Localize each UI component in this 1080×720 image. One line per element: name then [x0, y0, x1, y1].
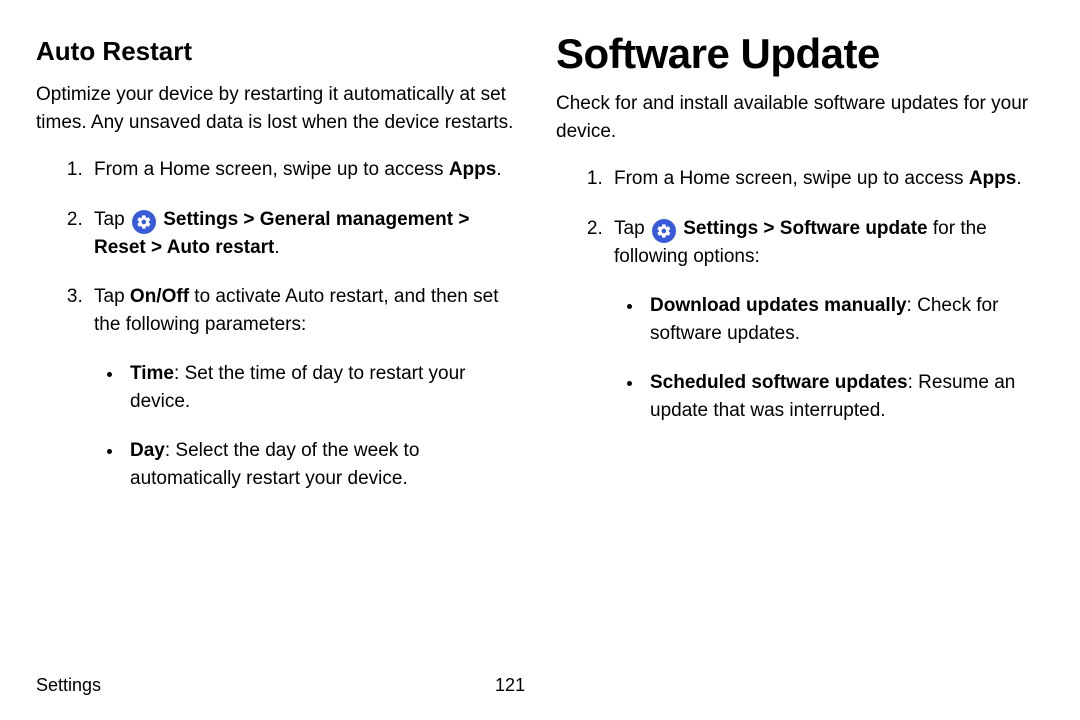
steps-auto-restart: From a Home screen, swipe up to access A…	[36, 156, 520, 492]
bold-download: Download updates manually	[650, 295, 907, 316]
step-1: From a Home screen, swipe up to access A…	[88, 156, 520, 184]
step-1: From a Home screen, swipe up to access A…	[608, 165, 1040, 193]
bullet-text: : Set the time of day to restart your de…	[130, 363, 465, 412]
step-text: .	[274, 237, 279, 258]
footer-page-number: 121	[495, 675, 525, 696]
step-3: Tap On/Off to activate Auto restart, and…	[88, 283, 520, 492]
step-text: Tap	[94, 286, 130, 307]
step-text: Tap	[614, 218, 650, 239]
chapter-heading-software-update: Software Update	[556, 30, 1040, 78]
bullet-download: Download updates manually: Check for sof…	[644, 292, 1040, 347]
intro-auto-restart: Optimize your device by restarting it au…	[36, 81, 520, 136]
step-text: .	[1016, 168, 1021, 189]
options-list: Download updates manually: Check for sof…	[614, 292, 1040, 424]
left-column: Auto Restart Optimize your device by res…	[36, 36, 520, 514]
footer-section: Settings	[36, 675, 101, 696]
bold-apps: Apps	[969, 168, 1017, 189]
bullet-scheduled: Scheduled software updates: Resume an up…	[644, 369, 1040, 424]
bold-apps: Apps	[449, 159, 497, 180]
step-text: From a Home screen, swipe up to access	[94, 159, 449, 180]
bold-time: Time	[130, 363, 174, 384]
intro-software-update: Check for and install available software…	[556, 90, 1040, 145]
bold-scheduled: Scheduled software updates	[650, 372, 908, 393]
step-2: Tap Settings > Software update for the f…	[608, 215, 1040, 425]
content-columns: Auto Restart Optimize your device by res…	[36, 36, 1040, 514]
bold-onoff: On/Off	[130, 286, 189, 307]
steps-software-update: From a Home screen, swipe up to access A…	[556, 165, 1040, 424]
bold-settings-path: Settings > Software update	[683, 218, 927, 239]
settings-icon	[652, 219, 676, 243]
section-heading-auto-restart: Auto Restart	[36, 36, 520, 67]
step-text: .	[496, 159, 501, 180]
right-column: Software Update Check for and install av…	[556, 36, 1040, 514]
step-text: From a Home screen, swipe up to access	[614, 168, 969, 189]
bold-day: Day	[130, 440, 165, 461]
step-text: Tap	[94, 209, 130, 230]
bullet-day: Day: Select the day of the week to autom…	[124, 437, 520, 492]
bullet-text: : Select the day of the week to automati…	[130, 440, 419, 489]
page-footer: Settings 121	[36, 675, 1040, 696]
settings-icon	[132, 210, 156, 234]
parameters-list: Time: Set the time of day to restart you…	[94, 360, 520, 492]
bullet-time: Time: Set the time of day to restart you…	[124, 360, 520, 415]
step-2: Tap Settings > General management > Rese…	[88, 206, 520, 262]
